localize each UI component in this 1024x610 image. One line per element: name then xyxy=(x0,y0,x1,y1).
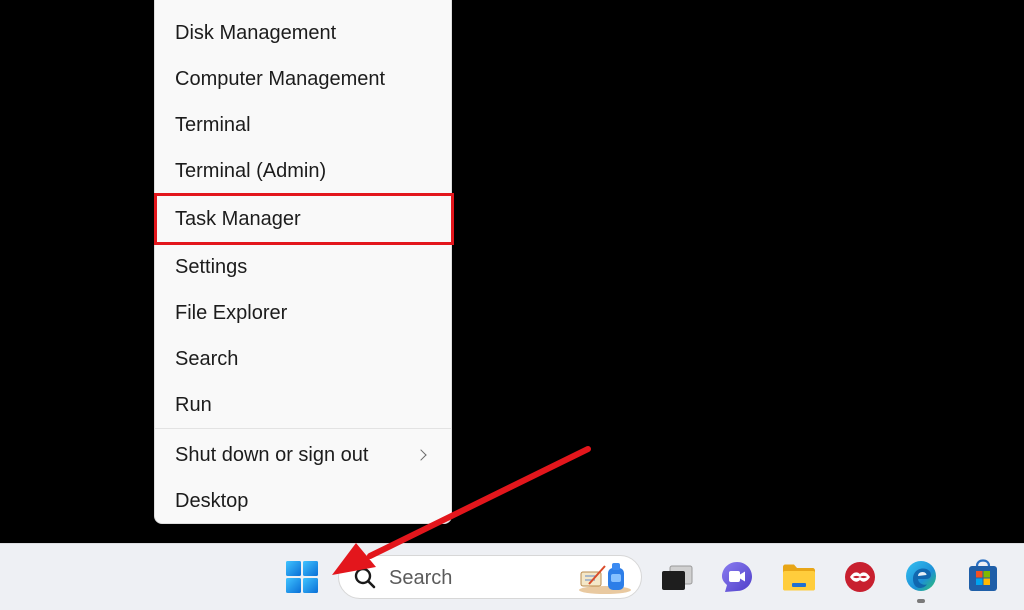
menu-item-label: File Explorer xyxy=(175,301,288,324)
menu-separator xyxy=(155,428,451,429)
menu-item-settings[interactable]: Settings xyxy=(155,247,451,287)
taskbar: Search xyxy=(0,543,1024,610)
winx-context-menu: Disk Management Computer Management Term… xyxy=(154,0,454,524)
menu-item-shut-down-or-sign-out[interactable]: Shut down or sign out xyxy=(155,435,451,475)
microsoft-store-icon[interactable] xyxy=(965,558,1001,594)
edge-icon[interactable] xyxy=(903,558,939,594)
menu-item-label: Run xyxy=(175,393,212,416)
menu-item-run[interactable]: Run xyxy=(155,385,451,425)
search-icon xyxy=(354,567,376,589)
file-explorer-icon[interactable] xyxy=(781,559,817,595)
menu-item-desktop[interactable]: Desktop xyxy=(155,481,451,521)
menu-item-terminal-admin[interactable]: Terminal (Admin) xyxy=(155,151,451,191)
menu-item-search[interactable]: Search xyxy=(155,339,451,379)
menu-item-label: Disk Management xyxy=(175,21,337,44)
menu-item-label: Settings xyxy=(175,255,248,278)
search-placeholder: Search xyxy=(389,567,453,589)
meet-camera-icon[interactable] xyxy=(719,559,755,595)
running-indicator xyxy=(917,599,925,603)
menu-item-label: Task Manager xyxy=(175,207,301,230)
task-view-icon[interactable] xyxy=(659,560,695,596)
menu-item-label: Desktop xyxy=(175,489,249,512)
menu-item-file-explorer[interactable]: File Explorer xyxy=(155,293,451,333)
taskbar-search-box[interactable]: Search xyxy=(338,555,642,599)
red-app-icon[interactable] xyxy=(842,559,878,595)
menu-item-terminal[interactable]: Terminal xyxy=(155,105,451,145)
menu-item-task-manager[interactable]: Task Manager xyxy=(154,193,454,245)
chevron-right-icon xyxy=(415,449,427,461)
menu-item-label: Terminal (Admin) xyxy=(175,159,327,182)
search-highlight-illustration-icon xyxy=(579,563,631,594)
windows-start-icon[interactable] xyxy=(284,559,320,595)
menu-item-label: Shut down or sign out xyxy=(175,443,369,466)
menu-item-label: Terminal xyxy=(175,113,251,136)
menu-item-label: Computer Management xyxy=(175,67,386,90)
menu-item-computer-management[interactable]: Computer Management xyxy=(155,59,451,99)
desktop-background: Disk Management Computer Management Term… xyxy=(0,0,1024,610)
menu-item-label: Search xyxy=(175,347,239,370)
menu-item-disk-management[interactable]: Disk Management xyxy=(155,13,451,53)
